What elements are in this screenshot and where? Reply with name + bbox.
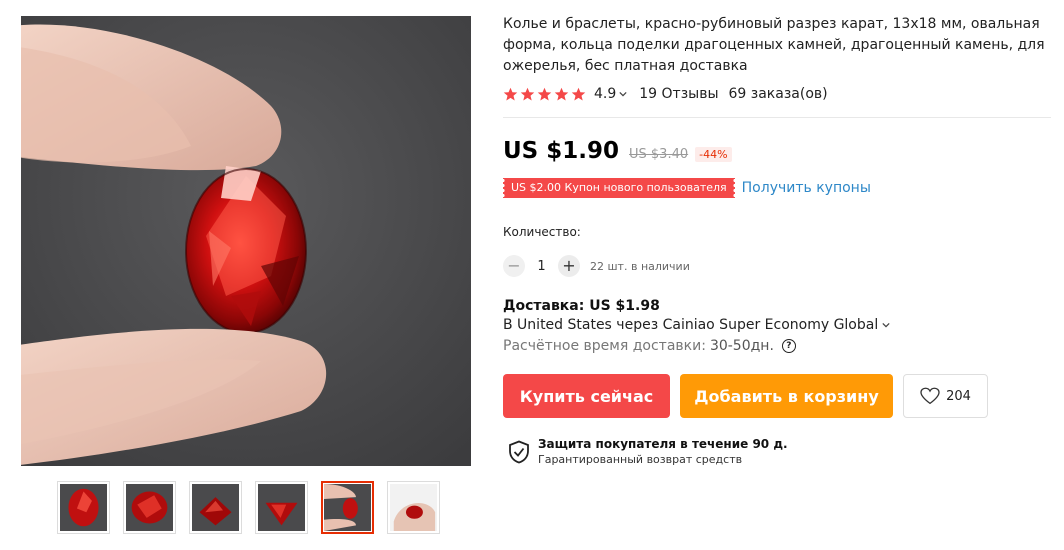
heart-icon	[920, 387, 940, 405]
buy-now-button[interactable]: Купить сейчас	[503, 374, 670, 418]
star-icon	[554, 87, 569, 100]
star-icon	[537, 87, 552, 100]
product-title: Колье и браслеты, красно-рубиновый разре…	[503, 16, 1045, 74]
chevron-down-icon	[619, 91, 627, 97]
current-price: US $1.90	[503, 138, 619, 164]
orders-count: 69 заказа(ов)	[728, 86, 828, 102]
reviews-link[interactable]: 19 Отзывы	[639, 86, 718, 102]
ruby-angle-thumb	[126, 484, 173, 531]
buyer-protection-text: Защита покупателя в течение 90 д. Гарант…	[538, 437, 788, 467]
ruby-front-thumb	[60, 484, 107, 531]
buyer-protection-title: Защита покупателя в течение 90 д.	[538, 437, 788, 451]
original-price: US $3.40	[629, 147, 689, 162]
thumbnail-3[interactable]	[189, 481, 242, 534]
product-info: Колье и браслеты, красно-рубиновый разре…	[503, 14, 1051, 467]
wishlist-button[interactable]: 204	[903, 374, 988, 418]
buyer-protection: Защита покупателя в течение 90 д. Гарант…	[503, 437, 1051, 467]
star-icon	[520, 87, 535, 100]
chevron-down-icon	[882, 322, 890, 328]
ruby-in-hand-thumb	[324, 484, 371, 531]
ruby-gem-photo	[21, 16, 471, 466]
new-user-coupon-badge[interactable]: US $2.00 Купон нового пользователя	[503, 178, 735, 198]
ruby-side-thumb	[192, 484, 239, 531]
add-to-cart-button[interactable]: Добавить в корзину	[680, 374, 893, 418]
quantity-label: Количество:	[503, 225, 581, 239]
stock-available: 22 шт. в наличии	[590, 259, 690, 273]
thumbnail-strip	[57, 481, 440, 535]
shield-check-icon	[509, 440, 529, 464]
coupon-row: US $2.00 Купон нового пользователя Получ…	[503, 178, 1051, 198]
delivery-estimate: Расчётное время доставки: 30-50дн. ?	[503, 338, 1051, 354]
delivery-estimate-label: Расчётное время доставки:	[503, 338, 706, 354]
wishlist-count: 204	[946, 388, 971, 404]
action-buttons: Купить сейчас Добавить в корзину 204	[503, 374, 1051, 418]
rating-row: 4.9 19 Отзывы 69 заказа(ов)	[503, 84, 1051, 104]
thumbnail-6[interactable]	[387, 481, 440, 534]
rating-value: 4.9	[594, 86, 617, 102]
star-icon	[571, 87, 586, 100]
main-product-image[interactable]	[21, 16, 471, 466]
delivery-estimate-value: 30-50дн.	[709, 338, 774, 354]
help-icon[interactable]: ?	[781, 339, 796, 353]
star-icon	[503, 87, 518, 100]
shipping-method-label: В United States через Cainiao Super Econ…	[503, 317, 879, 333]
thumbnail-4[interactable]	[255, 481, 308, 534]
divider	[503, 117, 1051, 118]
rating-stars	[503, 87, 586, 102]
get-coupons-link[interactable]: Получить купоны	[742, 180, 871, 196]
quantity-stepper: − 1 + 22 шт. в наличии	[503, 254, 1051, 278]
rating-value-dropdown[interactable]: 4.9	[594, 86, 627, 102]
quantity-value[interactable]: 1	[525, 259, 558, 274]
buyer-protection-subtitle: Гарантированный возврат средств	[538, 453, 743, 466]
quantity-decrease-button[interactable]: −	[503, 255, 525, 277]
price-row: US $1.90 US $3.40 -44%	[503, 138, 1051, 164]
thumbnail-2[interactable]	[123, 481, 176, 534]
ruby-pavilion-thumb	[258, 484, 305, 531]
shipping-cost: Доставка: US $1.98	[503, 298, 660, 314]
quantity-increase-button[interactable]: +	[558, 255, 580, 277]
thumbnail-5-active[interactable]	[321, 481, 374, 534]
ruby-on-palm-thumb	[390, 484, 437, 531]
shipping-method-selector[interactable]: В United States через Cainiao Super Econ…	[503, 317, 1051, 333]
thumbnail-1[interactable]	[57, 481, 110, 534]
discount-badge: -44%	[695, 147, 732, 162]
